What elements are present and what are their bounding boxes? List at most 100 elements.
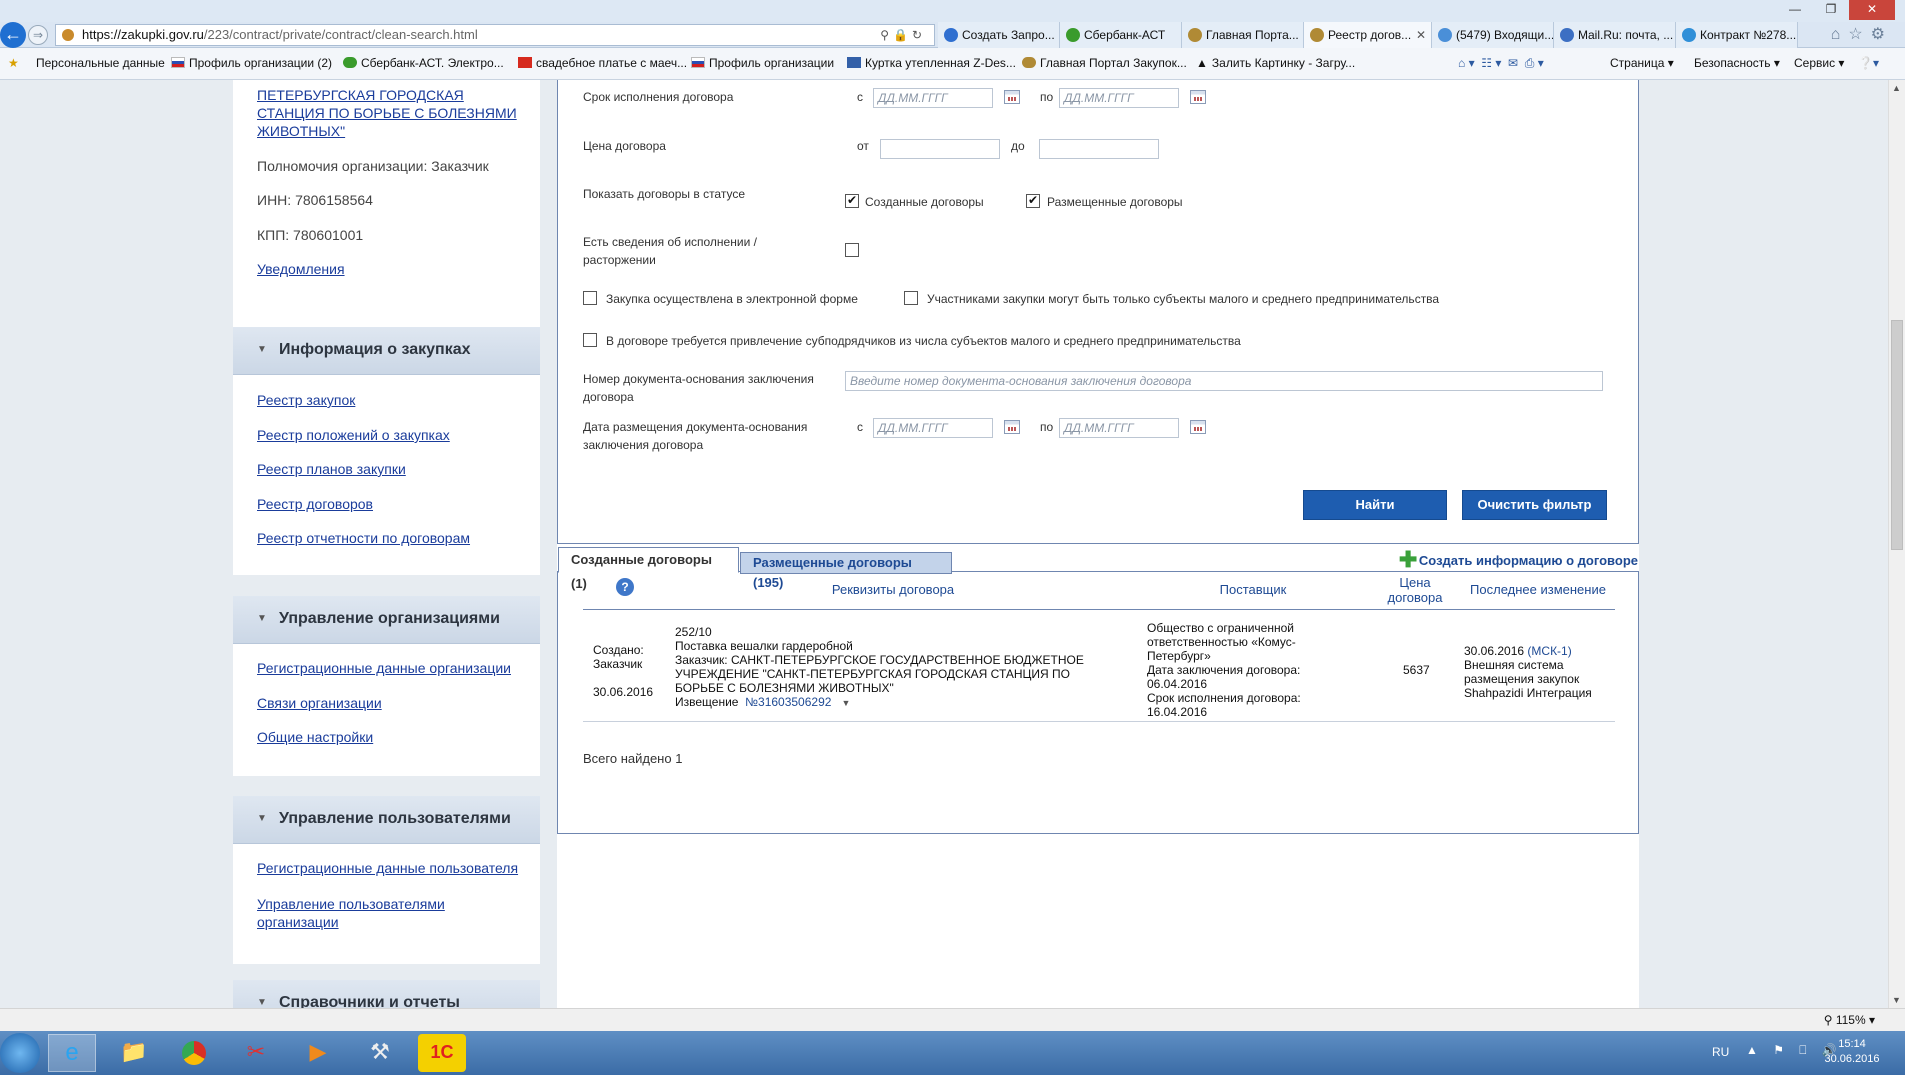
link-user-management[interactable]: Управление пользователями организации [257, 895, 477, 931]
close-window-button[interactable]: ✕ [1849, 0, 1895, 20]
favorite-item[interactable]: Куртка утепленная Z-Des... [847, 56, 1016, 70]
help-icon[interactable]: ❔▾ [1858, 56, 1879, 70]
favorites-star-icon[interactable]: ★ [8, 56, 19, 70]
docdate-label-line: заключения договора [583, 438, 704, 452]
docnum-input[interactable]: Введите номер документа-основания заключ… [845, 371, 1603, 391]
favorite-label: Главная Портал Закупок... [1040, 56, 1187, 70]
favorite-item[interactable]: Профиль организации [691, 56, 834, 70]
zoom-control[interactable]: ⚲ 115% ▾ [1824, 1013, 1875, 1027]
system-clock[interactable]: 15:14 30.06.2016 [1822, 1037, 1882, 1067]
language-indicator[interactable]: RU [1712, 1045, 1729, 1059]
page-scrollbar[interactable]: ▲ ▼ [1888, 80, 1905, 1008]
link-regulations-registry[interactable]: Реестр положений о закупках [257, 427, 450, 443]
link-contracts-registry[interactable]: Реестр договоров [257, 496, 373, 512]
scrollbar-thumb[interactable] [1891, 320, 1903, 550]
status-created-checkbox[interactable]: ✔ [845, 194, 859, 208]
electronic-form-checkbox[interactable] [583, 291, 597, 305]
favorite-item[interactable]: Главная Портал Закупок... [1022, 56, 1187, 70]
link-user-registration[interactable]: Регистрационные данные пользователя [257, 860, 518, 876]
term-from-date-input[interactable]: ДД.ММ.ГГГГ [873, 88, 993, 108]
section-header-references[interactable]: ▼ Справочники и отчеты [233, 980, 540, 1008]
link-purchase-registry[interactable]: Реестр закупок [257, 392, 355, 408]
start-button[interactable] [0, 1033, 40, 1073]
status-placed-checkbox[interactable]: ✔ [1026, 194, 1040, 208]
find-button[interactable]: Найти [1303, 490, 1447, 520]
tab-close-icon[interactable]: ✕ [1416, 22, 1426, 48]
search-icon[interactable]: ⚲ [880, 28, 893, 42]
internet-explorer-icon[interactable]: e [48, 1034, 96, 1072]
favorite-item[interactable]: ▲ Залить Картинку - Загру... [1196, 56, 1355, 70]
folder-icon[interactable]: 📁 [110, 1034, 158, 1072]
command-icons[interactable]: ⌂ ▾ ☷ ▾ ✉ ⎙ ▾ [1458, 56, 1544, 71]
calendar-icon[interactable] [1190, 420, 1206, 434]
column-price-line: Цена [1399, 575, 1431, 590]
home-icon[interactable]: ⌂ [1831, 26, 1849, 43]
link-plans-registry[interactable]: Реестр планов закупки [257, 461, 406, 477]
browser-tab[interactable]: (5479) Входящи... [1432, 22, 1554, 48]
browser-tab[interactable]: Главная Порта... [1182, 22, 1304, 48]
subcontract-checkbox[interactable] [583, 333, 597, 347]
tab-created-contracts[interactable]: Созданные договоры (1) [558, 547, 739, 591]
1c-icon[interactable]: 1C [418, 1034, 466, 1072]
section-title: Информация о закупках [279, 341, 471, 358]
favorite-item[interactable]: свадебное платье с маеч... [518, 56, 687, 70]
gear-icon[interactable]: ⚙ [1871, 26, 1893, 43]
link-org-relations[interactable]: Связи организации [257, 695, 382, 711]
link-general-settings[interactable]: Общие настройки [257, 729, 373, 745]
link-org-registration[interactable]: Регистрационные данные организации [257, 660, 511, 676]
minimize-button[interactable]: — [1777, 0, 1813, 20]
section-header-organizations[interactable]: ▼ Управление организациями [233, 596, 540, 644]
help-icon[interactable]: ? [616, 578, 634, 596]
tools-icon[interactable]: ⚒ [356, 1034, 404, 1072]
menu-page[interactable]: Страница ▾ [1610, 56, 1674, 70]
clear-filter-button[interactable]: Очистить фильтр [1462, 490, 1607, 520]
price-to-input[interactable] [1039, 139, 1159, 159]
forward-button[interactable]: ⇒ [28, 25, 48, 45]
price-from-input[interactable] [880, 139, 1000, 159]
browser-tab[interactable]: Сбербанк-АСТ [1060, 22, 1182, 48]
browser-tab[interactable]: Реестр догов... ✕ [1304, 22, 1432, 48]
star-icon[interactable]: ☆ [1848, 26, 1870, 43]
browser-tab[interactable]: Контракт №278... [1676, 22, 1798, 48]
chevron-down-icon[interactable]: ▼ [841, 698, 850, 708]
term-to-date-input[interactable]: ДД.ММ.ГГГГ [1059, 88, 1179, 108]
section-header-users[interactable]: ▼ Управление пользователями [233, 796, 540, 844]
section-header-purchases[interactable]: ▼ Информация о закупках [233, 327, 540, 375]
tab-favicon-icon [944, 28, 958, 42]
row-notice-link[interactable]: №31603506292 [745, 695, 831, 709]
lock-icon[interactable]: 🔒 [893, 28, 912, 42]
notifications-link[interactable]: Уведомления [257, 261, 345, 277]
create-contract-info-link[interactable]: ✚ Создать информацию о договоре [1399, 549, 1638, 571]
docdate-from-input[interactable]: ДД.ММ.ГГГГ [873, 418, 993, 438]
back-button[interactable]: ← [0, 22, 26, 48]
tab-favicon-icon [1310, 28, 1324, 42]
row-contract-subject: Поставка вешалки гардеробной [675, 639, 853, 653]
row-created-date: 30.06.2016 [593, 685, 654, 699]
execution-checkbox[interactable] [845, 243, 859, 257]
menu-tools[interactable]: Сервис ▾ [1794, 56, 1844, 70]
docdate-to-input[interactable]: ДД.ММ.ГГГГ [1059, 418, 1179, 438]
refresh-icon[interactable]: ↻ [912, 28, 926, 42]
browser-tab[interactable]: Mail.Ru: почта, ... [1554, 22, 1676, 48]
term-label: Срок исполнения договора [583, 90, 734, 104]
tab-placed-contracts[interactable]: Размещенные договоры (195) [740, 552, 952, 590]
calendar-icon[interactable] [1190, 90, 1206, 104]
favorite-item[interactable]: Профиль организации (2) [171, 56, 332, 70]
scroll-up-icon[interactable]: ▲ [1892, 83, 1901, 93]
organization-name-link[interactable]: ПЕТЕРБУРГСКАЯ ГОРОДСКАЯ СТАНЦИЯ ПО БОРЬБ… [257, 86, 527, 140]
favorite-label: Куртка утепленная Z-Des... [865, 56, 1016, 70]
media-player-icon[interactable]: ▶ [294, 1034, 342, 1072]
scroll-down-icon[interactable]: ▼ [1892, 995, 1901, 1005]
menu-security[interactable]: Безопасность ▾ [1694, 56, 1780, 70]
sme-only-checkbox[interactable] [904, 291, 918, 305]
favorite-item[interactable]: Персональные данные [36, 56, 165, 70]
maximize-button[interactable]: ❐ [1813, 0, 1849, 20]
browser-tab[interactable]: Создать Запро... [938, 22, 1060, 48]
favorite-item[interactable]: Сбербанк-АСТ. Электро... [343, 56, 504, 70]
scissors-icon[interactable]: ✂ [232, 1034, 280, 1072]
calendar-icon[interactable] [1004, 90, 1020, 104]
link-reports-registry[interactable]: Реестр отчетности по договорам [257, 530, 470, 546]
calendar-icon[interactable] [1004, 420, 1020, 434]
chrome-icon[interactable] [170, 1034, 218, 1072]
address-bar[interactable]: https://zakupki.gov.ru/223/contract/priv… [55, 24, 935, 46]
